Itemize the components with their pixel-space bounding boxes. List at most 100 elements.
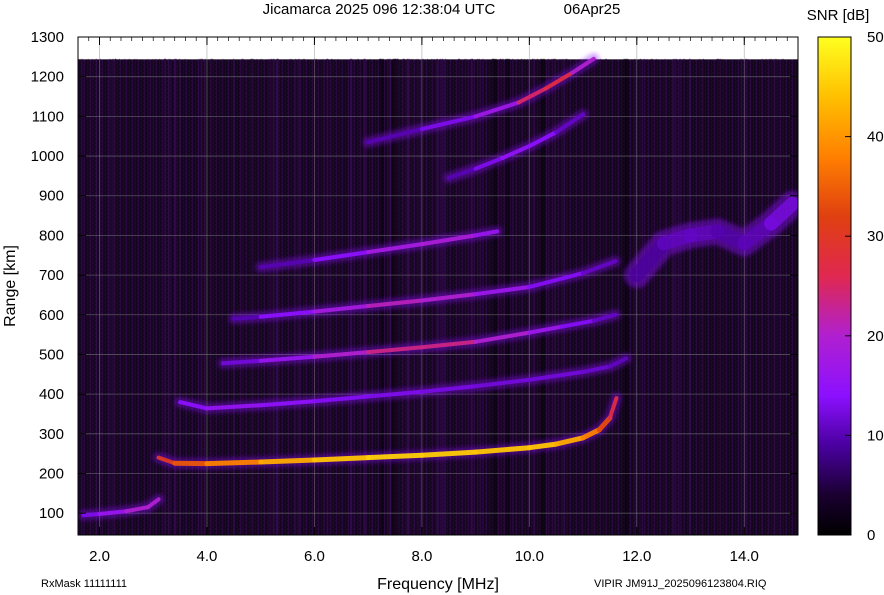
y-tick-label: 1200 <box>31 69 64 86</box>
noise-stripe <box>778 58 779 535</box>
rx-mask-label: RxMask 11111111 <box>41 578 127 590</box>
noise-stripe <box>591 58 594 535</box>
x-tick-label: 2.0 <box>89 548 110 565</box>
noise-stripe <box>136 58 138 535</box>
noise-stripe <box>781 58 784 535</box>
noise-stripe <box>768 58 771 535</box>
trace-segment <box>526 441 559 451</box>
noise-stripe <box>765 58 767 535</box>
trace-segment <box>258 457 317 465</box>
x-tick-label: 4.0 <box>197 548 218 565</box>
noise-stripe <box>114 58 116 535</box>
noise-stripe <box>80 58 83 535</box>
noise-stripe <box>775 58 778 535</box>
noise-stripe <box>585 58 586 535</box>
noise-stripe <box>740 58 743 535</box>
x-axis-label: Frequency [MHz] <box>377 576 499 593</box>
colorbar-tick-label: 20 <box>867 328 884 345</box>
y-tick-label: 1300 <box>31 29 64 46</box>
y-tick-label: 500 <box>39 346 64 363</box>
gap-stripe <box>378 58 384 535</box>
noise-stripe <box>521 58 523 535</box>
noise-stripe <box>512 58 514 535</box>
x-tick-label: 6.0 <box>304 548 325 565</box>
y-tick-label: 1000 <box>31 148 64 165</box>
trace-segment <box>419 449 479 458</box>
noise-stripe <box>633 58 636 535</box>
noise-stripe <box>639 58 642 535</box>
noise-stripe <box>389 58 392 535</box>
noise-stripe <box>536 58 539 535</box>
trace-segment <box>365 452 425 461</box>
noise-stripe <box>524 58 525 535</box>
noise-stripe <box>655 58 658 535</box>
colorbar-tick-label: 0 <box>867 527 875 544</box>
noise-stripe <box>683 58 686 535</box>
noise-stripe <box>112 58 114 535</box>
noise-stripe <box>651 58 653 535</box>
noise-stripe <box>387 58 390 535</box>
noise-stripe <box>664 58 666 535</box>
y-tick-label: 700 <box>39 267 64 284</box>
noise-stripe <box>605 58 607 535</box>
noise-stripe <box>698 58 701 535</box>
noise-stripe <box>719 58 721 535</box>
noise-stripe <box>717 58 719 535</box>
colorbar <box>817 36 852 536</box>
y-tick-label: 900 <box>39 188 64 205</box>
trace-segment <box>204 459 264 467</box>
noise-stripe <box>502 58 504 535</box>
noise-stripe <box>532 58 534 535</box>
colorbar-tick-label: 30 <box>867 228 884 245</box>
trace-segment <box>81 512 102 518</box>
noise-stripe <box>679 58 682 535</box>
chart-date: 06Apr25 <box>564 1 621 18</box>
noise-stripe <box>152 58 154 535</box>
gap-stripe <box>623 58 629 535</box>
y-tick-label: 100 <box>39 505 64 522</box>
noise-stripe <box>91 58 93 535</box>
colorbar-tick-label: 40 <box>867 129 884 146</box>
noise-stripe <box>128 58 130 535</box>
y-tick-label: 200 <box>39 465 64 482</box>
noise-stripe <box>702 58 704 535</box>
ionogram-chart: Jicamarca 2025 096 12:38:04 UTC 06Apr25 … <box>2 1 884 593</box>
noise-stripe <box>500 58 502 535</box>
x-tick-label: 12.0 <box>622 548 651 565</box>
noise-stripe <box>770 58 772 535</box>
noise-stripe <box>599 58 601 535</box>
gap-stripe <box>540 58 546 535</box>
noise-stripe <box>109 58 111 535</box>
noise-stripe <box>364 58 366 535</box>
noise-stripe <box>118 58 120 535</box>
noise-stripe <box>688 58 691 535</box>
chart-title: Jicamarca 2025 096 12:38:04 UTC <box>263 1 496 18</box>
trace-segment <box>97 509 129 516</box>
colorbar-tick-label: 10 <box>867 427 884 444</box>
x-tick-label: 10.0 <box>515 548 544 565</box>
trace-segment <box>221 358 263 366</box>
colorbar-tick-label: 50 <box>867 29 884 46</box>
noise-stripe <box>95 58 97 535</box>
noise-stripe <box>672 58 675 535</box>
noise-stripe <box>643 58 645 535</box>
y-tick-label: 300 <box>39 426 64 443</box>
noise-stripe <box>534 58 536 535</box>
x-tick-label: 8.0 <box>411 548 432 565</box>
y-tick-label: 800 <box>39 227 64 244</box>
x-tick-label: 14.0 <box>730 548 759 565</box>
noise-stripe <box>721 58 724 535</box>
noise-stripe <box>155 58 157 535</box>
y-tick-label: 1100 <box>32 108 64 125</box>
noise-stripe <box>674 58 677 535</box>
noise-stripe <box>133 58 136 535</box>
trace-segment <box>311 455 371 463</box>
noise-stripe <box>594 58 596 535</box>
noise-stripe <box>533 58 535 535</box>
noise-stripe <box>745 58 748 535</box>
noise-stripe <box>87 58 89 535</box>
y-axis-label: Range [km] <box>2 245 19 327</box>
noise-stripe <box>147 58 149 535</box>
y-tick-label: 400 <box>39 386 64 403</box>
noise-stripe <box>762 58 763 535</box>
